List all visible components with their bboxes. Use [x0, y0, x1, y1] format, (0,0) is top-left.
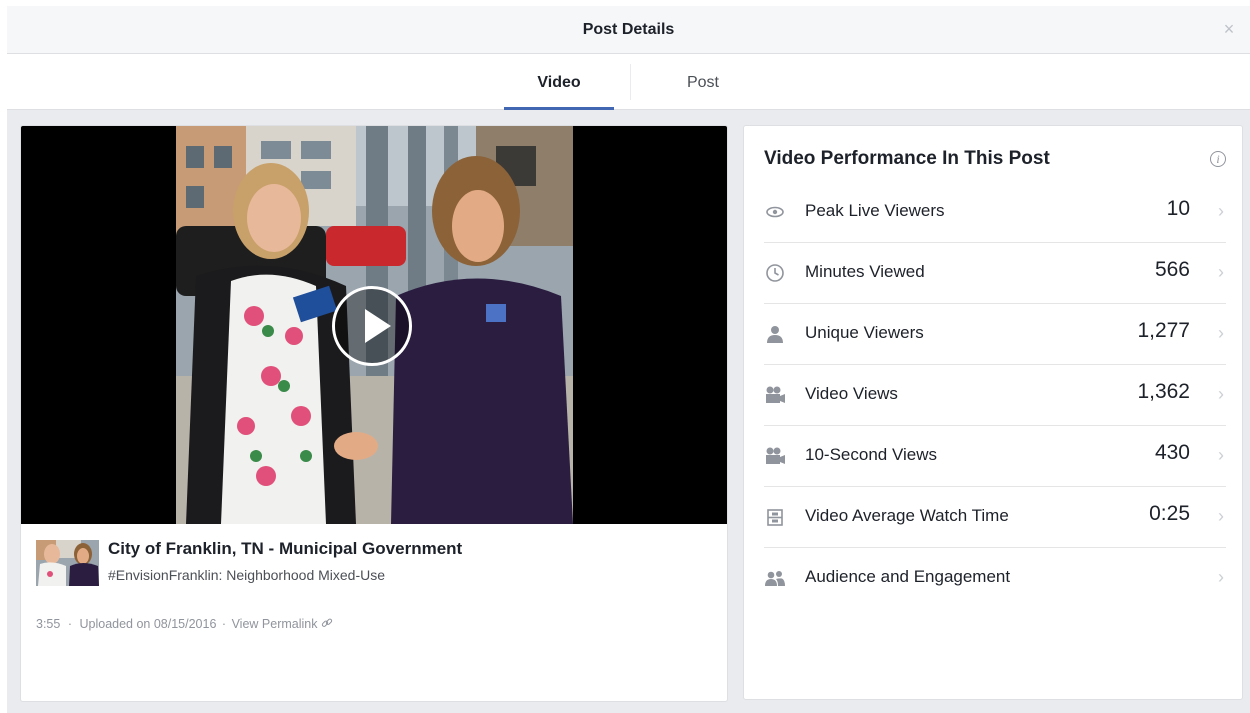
link-icon[interactable] — [321, 617, 333, 632]
video-player[interactable] — [21, 126, 727, 524]
page-name-link[interactable]: City of Franklin, TN - Municipal Governm… — [108, 539, 462, 559]
metric-row-peak-live-viewers[interactable]: Peak Live Viewers 10 › — [764, 182, 1226, 243]
chevron-right-icon: › — [1218, 445, 1224, 465]
tab-video[interactable]: Video — [504, 54, 614, 110]
metric-value: 10 — [1166, 197, 1190, 220]
metric-row-audience-engagement[interactable]: Audience and Engagement › — [764, 548, 1226, 609]
video-performance-card: Video Performance In This Post i Peak Li… — [743, 125, 1243, 700]
video-meta: 3:55 · Uploaded on 08/15/2016 · View Per… — [36, 617, 333, 632]
metric-row-video-views[interactable]: Video Views 1,362 › — [764, 365, 1226, 426]
people-icon — [764, 568, 786, 588]
dialog-title: Post Details — [582, 20, 675, 38]
metric-label: Peak Live Viewers — [805, 201, 945, 220]
metric-row-unique-viewers[interactable]: Unique Viewers 1,277 › — [764, 304, 1226, 365]
metric-row-minutes-viewed[interactable]: Minutes Viewed 566 › — [764, 243, 1226, 304]
metric-label: 10-Second Views — [805, 445, 937, 464]
metric-row-10-second-views[interactable]: 10-Second Views 430 › — [764, 426, 1226, 487]
clock-icon — [764, 263, 786, 283]
video-description: #EnvisionFranklin: Neighborhood Mixed-Us… — [108, 567, 386, 583]
meta-separator: · — [67, 617, 72, 631]
video-card: City of Franklin, TN - Municipal Governm… — [20, 125, 728, 702]
person-icon — [764, 324, 786, 344]
post-details-dialog: Post Details × Video Post City of Frankl… — [7, 6, 1250, 713]
chevron-right-icon: › — [1218, 262, 1224, 282]
metric-label: Video Views — [805, 384, 898, 403]
tab-bar: Video Post — [7, 54, 1250, 110]
metric-value: 0:25 — [1149, 502, 1190, 525]
chevron-right-icon: › — [1218, 323, 1224, 343]
dialog-header: Post Details × — [7, 6, 1250, 54]
performance-title: Video Performance In This Post — [764, 148, 1050, 169]
metric-label: Minutes Viewed — [805, 262, 925, 281]
chevron-right-icon: › — [1218, 506, 1224, 526]
upload-date: Uploaded on 08/15/2016 — [79, 617, 217, 631]
close-icon[interactable]: × — [1220, 20, 1238, 38]
video-camera-icon — [764, 385, 786, 405]
metric-row-average-watch-time[interactable]: Video Average Watch Time 0:25 › — [764, 487, 1226, 548]
chevron-right-icon: › — [1218, 384, 1224, 404]
video-camera-icon — [764, 446, 786, 466]
video-duration: 3:55 — [36, 617, 61, 631]
metric-value: 430 — [1154, 441, 1190, 464]
permalink-link[interactable]: View Permalink — [232, 617, 318, 631]
metric-label: Video Average Watch Time — [805, 506, 1009, 525]
metric-value: 1,362 — [1137, 380, 1190, 403]
metric-value: 1,277 — [1137, 319, 1190, 342]
film-icon — [764, 507, 786, 527]
tab-divider — [630, 64, 631, 100]
info-icon[interactable]: i — [1210, 151, 1226, 167]
metric-value: 566 — [1154, 258, 1190, 281]
play-button[interactable] — [332, 286, 412, 366]
tab-post[interactable]: Post — [647, 54, 759, 110]
meta-separator: · — [221, 617, 227, 631]
eye-icon — [764, 202, 786, 222]
metric-label: Audience and Engagement — [805, 567, 1011, 586]
page-thumbnail[interactable] — [36, 540, 99, 586]
chevron-right-icon: › — [1218, 567, 1224, 587]
chevron-right-icon: › — [1218, 201, 1224, 221]
metric-label: Unique Viewers — [805, 323, 924, 342]
